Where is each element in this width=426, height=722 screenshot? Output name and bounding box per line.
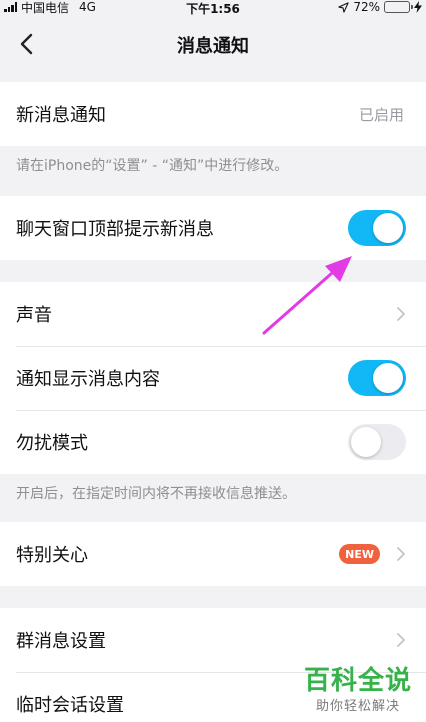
section-sound: 声音 通知显示消息内容 勿扰模式 <box>0 282 426 474</box>
special-row[interactable]: 特别关心 NEW <box>0 522 426 586</box>
show-content-toggle[interactable] <box>348 360 406 396</box>
nav-bar: 消息通知 <box>0 16 426 72</box>
watermark-title: 百科全说 <box>303 666 412 696</box>
dnd-row: 勿扰模式 <box>0 410 426 474</box>
chevron-right-icon <box>397 307 405 321</box>
charging-icon <box>414 1 422 13</box>
dnd-label: 勿扰模式 <box>16 433 88 454</box>
sound-row[interactable]: 声音 <box>0 282 426 346</box>
new-message-label: 新消息通知 <box>16 105 106 126</box>
new-message-status: 已启用 <box>358 105 404 124</box>
chat-top-toggle[interactable] <box>348 210 406 246</box>
status-bar: 中国电信 4G 下午1:56 72% <box>0 0 426 16</box>
section-chat-top: 聊天窗口顶部提示新消息 <box>0 196 426 260</box>
section-new-message: 新消息通知 已启用 <box>0 82 426 146</box>
dnd-note: 开启后，在指定时间内将不再接收信息推送。 <box>16 486 296 502</box>
battery-percent: 72% <box>353 0 380 14</box>
sound-label: 声音 <box>16 305 52 326</box>
section-special: 特别关心 NEW <box>0 522 426 586</box>
iphone-settings-note: 请在iPhone的“设置” - “通知”中进行修改。 <box>16 158 289 174</box>
battery-icon <box>384 1 413 13</box>
new-message-row[interactable]: 新消息通知 已启用 <box>0 82 426 146</box>
dnd-toggle[interactable] <box>348 424 406 460</box>
chat-top-row: 聊天窗口顶部提示新消息 <box>0 196 426 260</box>
toggle-knob <box>373 363 403 393</box>
toggle-knob <box>351 427 381 457</box>
status-right: 72% <box>338 0 422 14</box>
new-badge: NEW <box>339 544 380 564</box>
watermark-subtitle: 助你轻松解决 <box>315 699 400 714</box>
group-label: 群消息设置 <box>16 631 106 652</box>
toggle-knob <box>373 213 403 243</box>
temp-label: 临时会话设置 <box>16 695 124 716</box>
watermark: 百科全说 助你轻松解决 <box>304 660 412 714</box>
chevron-right-icon <box>397 633 405 647</box>
special-label: 特别关心 <box>16 545 88 566</box>
show-content-row: 通知显示消息内容 <box>0 346 426 410</box>
chevron-right-icon <box>397 547 405 561</box>
location-icon <box>338 1 349 13</box>
chat-top-label: 聊天窗口顶部提示新消息 <box>16 219 214 240</box>
show-content-label: 通知显示消息内容 <box>16 369 160 390</box>
page-title: 消息通知 <box>177 36 249 57</box>
